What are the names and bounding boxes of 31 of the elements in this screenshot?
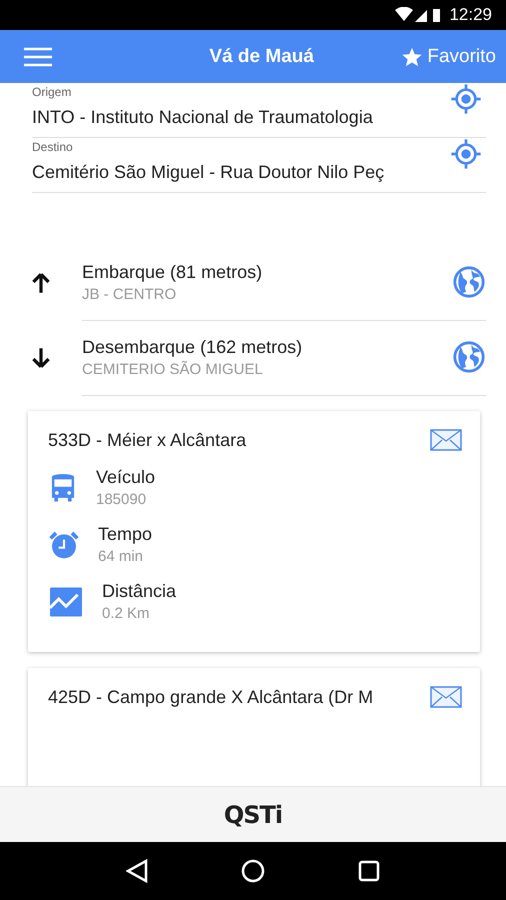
company-logo: QSTi	[224, 800, 282, 828]
field-label: Origem	[32, 85, 72, 99]
line-chart-icon	[48, 586, 84, 618]
detail-label: Distância	[102, 581, 176, 602]
detail-value: 0.2 Km	[102, 605, 151, 622]
mail-icon[interactable]	[430, 429, 462, 451]
stop-name: JB - CENTRO	[82, 286, 178, 302]
app-title: Vá de Mauá	[208, 46, 315, 68]
stop-title: Desembarque (162 metros)	[82, 336, 304, 358]
home-icon[interactable]	[240, 859, 265, 883]
detail-value: 185090	[96, 491, 148, 508]
field-label: Destino	[32, 140, 74, 154]
detail-label: Tempo	[98, 524, 152, 545]
globe-icon[interactable]	[452, 340, 486, 374]
my-location-icon[interactable]	[450, 83, 482, 115]
back-icon[interactable]	[126, 859, 148, 883]
stop-name: CEMITERIO SÃO MIGUEL	[82, 360, 264, 378]
globe-icon[interactable]	[452, 265, 486, 299]
alarm-clock-icon	[48, 528, 80, 560]
route-title: 533D - Méier x Alcântara	[48, 430, 246, 450]
status-time: 12:29	[449, 5, 492, 25]
my-location-icon[interactable]	[450, 138, 482, 170]
recents-icon[interactable]	[358, 860, 380, 882]
detail-label: Veículo	[96, 467, 156, 488]
route-title: 425D - Campo grande X Alcântara (Dr M	[48, 686, 374, 708]
detail-value: 64 min	[98, 548, 144, 565]
mail-icon[interactable]	[430, 686, 462, 708]
stop-title: Embarque (81 metros)	[82, 262, 264, 282]
star-icon	[401, 46, 424, 68]
menu-icon[interactable]	[24, 46, 52, 66]
signal-icons	[395, 7, 442, 23]
